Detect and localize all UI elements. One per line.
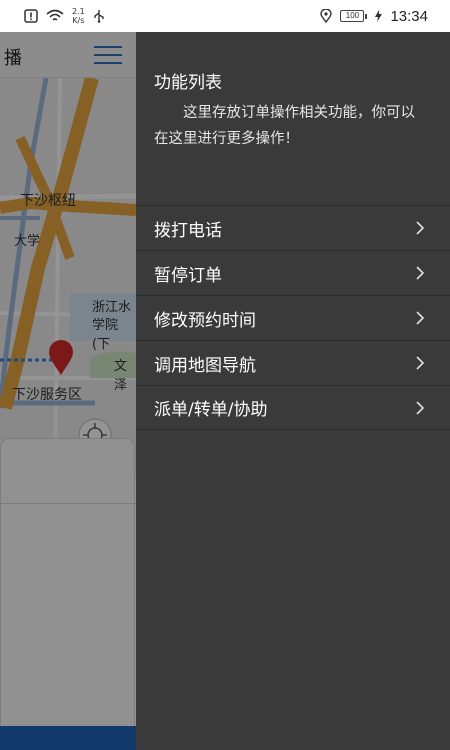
menu-item-map-navigation[interactable]: 调用地图导航 (136, 340, 450, 385)
wifi-icon (46, 9, 64, 21)
chevron-right-icon (416, 266, 425, 280)
menu-item-call[interactable]: 拨打电话 (136, 205, 450, 250)
function-drawer: 功能列表 这里存放订单操作相关功能，你可以在这里进行更多操作！ 拨打电话 暂停订… (136, 32, 450, 750)
battery-icon: 100 (340, 10, 368, 22)
menu-item-dispatch-transfer-assist[interactable]: 派单/转单/协助 (136, 385, 450, 430)
battery-level: 100 (340, 10, 365, 22)
location-icon (320, 9, 333, 23)
charging-icon (375, 10, 383, 22)
usb-icon (94, 10, 104, 23)
network-speed: 2.1 K/s (72, 7, 85, 25)
menu-item-label: 派单/转单/协助 (154, 400, 268, 420)
status-left: 2.1 K/s (24, 7, 105, 25)
drawer-title: 功能列表 (154, 73, 222, 93)
menu-item-change-appointment[interactable]: 修改预约时间 (136, 295, 450, 340)
menu-item-label: 调用地图导航 (154, 355, 256, 376)
status-right: 100 13:34 (320, 8, 428, 25)
network-speed-unit: K/s (72, 16, 85, 25)
drawer-description: 这里存放订单操作相关功能，你可以在这里进行更多操作！ (154, 105, 415, 147)
function-menu: 拨打电话 暂停订单 修改预约时间 调用地图导航 派单/转单/协助 (136, 205, 450, 430)
menu-item-label: 拨打电话 (154, 220, 222, 241)
menu-item-label: 暂停订单 (154, 265, 222, 286)
chevron-right-icon (416, 221, 425, 235)
drawer-scrim[interactable] (0, 32, 136, 750)
warning-icon (24, 9, 38, 23)
chevron-right-icon (416, 356, 425, 370)
status-bar: 2.1 K/s 100 13:34 (0, 0, 450, 32)
chevron-right-icon (416, 401, 425, 415)
clock: 13:34 (390, 7, 428, 25)
menu-item-pause-order[interactable]: 暂停订单 (136, 250, 450, 295)
network-speed-value: 2.1 (72, 7, 85, 16)
chevron-right-icon (416, 311, 425, 325)
menu-item-label: 修改预约时间 (154, 310, 256, 331)
